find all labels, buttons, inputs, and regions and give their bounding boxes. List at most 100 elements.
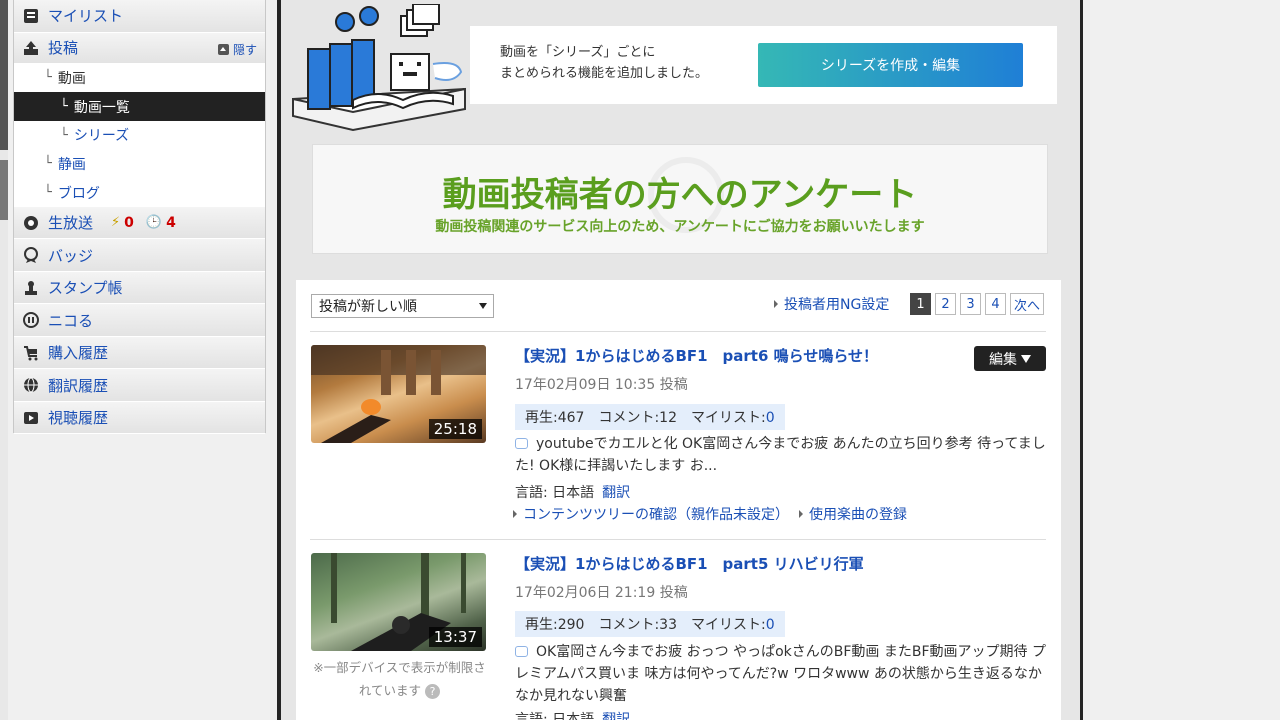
mylist-count-label: マイリスト: xyxy=(690,617,766,633)
chevron-right-icon xyxy=(513,510,517,518)
sort-select-value: 投稿が新しい順 xyxy=(319,299,417,315)
live-count-now: 0 xyxy=(124,214,134,231)
ng-settings-label: 投稿者用NG設定 xyxy=(784,297,890,313)
page-3[interactable]: 3 xyxy=(960,293,981,315)
sidebar-item-label: ニコる xyxy=(48,311,94,330)
nicoru-icon xyxy=(22,311,40,329)
hide-toggle[interactable]: 隠す xyxy=(217,41,257,58)
series-illustration xyxy=(292,4,466,132)
sidebar-item-label: 動画 xyxy=(57,70,86,87)
comment-count: コメント:12 xyxy=(598,410,677,426)
sidebar-item-video[interactable]: └ 動画 xyxy=(14,63,265,93)
sidebar-item-still[interactable]: └ 静画 xyxy=(14,149,265,179)
video-language: 言語: 日本語 翻訳 xyxy=(515,709,630,720)
sidebar-item-translate[interactable]: 翻訳履歴 xyxy=(14,369,265,402)
sidebar-item-video-list[interactable]: └ 動画一覧 xyxy=(14,92,265,121)
edit-button[interactable]: 編集 xyxy=(974,346,1046,371)
music-register-label: 使用楽曲の登録 xyxy=(809,507,907,523)
mylist-count-value: 0 xyxy=(765,617,775,633)
sidebar-item-series[interactable]: └ シリーズ xyxy=(14,120,265,150)
sidebar-item-stamp[interactable]: スタンプ帳 xyxy=(14,271,265,305)
video-duration: 25:18 xyxy=(428,419,482,439)
video-title[interactable]: 【実況】1からはじめるBF1 part5 リハビリ行軍 xyxy=(515,553,864,574)
video-links: コンテンツツリーの確認（親作品未設定） 使用楽曲の登録 xyxy=(513,504,907,524)
divider xyxy=(310,331,1046,332)
create-series-button[interactable]: シリーズを作成・編集 xyxy=(758,43,1023,87)
device-restriction-note: ※一部デバイスで表示が制限されています? xyxy=(312,656,487,702)
survey-title: 動画投稿者の方へのアンケート xyxy=(442,175,918,215)
latest-comments: OK富岡さん今までお疲 おっつ やっぱokさんのBF動画 またBF動画アップ期待… xyxy=(515,641,1047,707)
stamp-icon xyxy=(22,279,40,297)
hide-label: 隠す xyxy=(232,42,257,57)
comment-count: コメント:33 xyxy=(598,617,677,633)
video-date: 17年02月09日 10:35 投稿 xyxy=(515,377,688,393)
video-thumbnail[interactable]: 13:37 xyxy=(311,553,486,651)
mylist-count-value: 0 xyxy=(765,410,775,426)
sidebar-item-label: 静画 xyxy=(57,156,86,173)
sidebar-item-label: 視聴履歴 xyxy=(48,409,109,428)
mylist-count-label: マイリスト: xyxy=(690,410,766,426)
sidebar-item-purchase[interactable]: 購入履歴 xyxy=(14,336,265,370)
content-tree-label: コンテンツツリーの確認（親作品未設定） xyxy=(523,507,789,523)
next-page[interactable]: 次へ xyxy=(1010,293,1045,315)
view-count: 再生:467 xyxy=(525,410,585,426)
content-tree-link[interactable]: コンテンツツリーの確認（親作品未設定） xyxy=(513,504,789,524)
comment-icon xyxy=(515,646,528,657)
mylist-count: マイリスト:0 xyxy=(691,614,775,634)
view-count: 再生:290 xyxy=(525,617,585,633)
mylist-icon xyxy=(22,7,40,25)
sidebar-item-nicoru[interactable]: ニコる xyxy=(14,304,265,337)
video-title[interactable]: 【実況】1からはじめるBF1 part6 鳴らせ鳴らせ！ xyxy=(515,345,878,366)
sidebar-item-live[interactable]: 生放送 ⚡ 0 🕒 4 xyxy=(14,206,265,240)
survey-banner[interactable]: 動画投稿者の方へのアンケート 動画投稿関連のサービス向上のため、アンケートにご協… xyxy=(312,144,1048,254)
series-banner-line1: 動画を「シリーズ」ごとに xyxy=(500,45,656,60)
globe-icon xyxy=(22,376,40,394)
video-thumbnail[interactable]: 25:18 xyxy=(311,345,486,443)
sidebar-item-posts[interactable]: 投稿 隠す xyxy=(14,32,265,64)
series-banner-text: 動画を「シリーズ」ごとに まとめられる機能を追加しました。 xyxy=(500,42,708,84)
upload-icon xyxy=(22,39,40,57)
page-4[interactable]: 4 xyxy=(985,293,1006,315)
comment-icon xyxy=(515,438,528,449)
translate-link[interactable]: 翻訳 xyxy=(602,712,630,720)
page-1[interactable]: 1 xyxy=(910,293,931,315)
sort-select[interactable]: 投稿が新しい順 xyxy=(311,294,494,318)
sidebar-item-watch-history[interactable]: 視聴履歴 xyxy=(14,401,265,435)
video-duration: 13:37 xyxy=(428,627,482,647)
mylist-count: マイリスト:0 xyxy=(691,407,775,427)
help-icon[interactable]: ? xyxy=(425,684,441,699)
sidebar-item-blog[interactable]: └ ブログ xyxy=(14,178,265,207)
sidebar-item-label: 翻訳履歴 xyxy=(48,376,109,395)
sidebar-item-label: 購入履歴 xyxy=(48,344,109,363)
play-icon xyxy=(22,409,40,427)
sidebar-item-label: 生放送 xyxy=(48,214,94,233)
latest-comments-text: youtubeでカエルと化 OK富岡さん今までお疲 あんたの立ち回り参考 待って… xyxy=(515,436,1046,474)
chevron-right-icon xyxy=(774,300,778,308)
ng-settings-link[interactable]: 投稿者用NG設定 xyxy=(774,294,889,314)
lightning-icon: ⚡ xyxy=(111,215,121,231)
language-label: 言語: 日本語 xyxy=(515,712,595,720)
music-register-link[interactable]: 使用楽曲の登録 xyxy=(799,504,907,524)
latest-comments-text: OK富岡さん今までお疲 おっつ やっぱokさんのBF動画 またBF動画アップ期待… xyxy=(515,644,1046,704)
video-language: 言語: 日本語 翻訳 xyxy=(515,482,630,502)
window-edge xyxy=(0,0,8,720)
sidebar-item-label: 動画一覧 xyxy=(73,99,130,116)
translate-link[interactable]: 翻訳 xyxy=(602,485,630,501)
clock-icon: 🕒 xyxy=(145,215,163,231)
dropdown-icon xyxy=(1021,354,1031,363)
language-label: 言語: 日本語 xyxy=(515,485,595,501)
sidebar-item-label: スタンプ帳 xyxy=(48,279,123,298)
sidebar-item-label: ブログ xyxy=(57,185,100,202)
sidebar-item-label: バッジ xyxy=(48,246,94,265)
sidebar-item-badge[interactable]: バッジ xyxy=(14,239,265,272)
survey-subtitle: 動画投稿関連のサービス向上のため、アンケートにご協力をお願いいたします xyxy=(435,219,925,235)
restriction-text: ※一部デバイスで表示が制限されています xyxy=(313,660,486,698)
latest-comments: youtubeでカエルと化 OK富岡さん今までお疲 あんたの立ち回り参考 待って… xyxy=(515,433,1047,477)
pagination: 1 2 3 4 次へ xyxy=(910,293,1045,315)
sidebar-item-mylist[interactable]: マイリスト xyxy=(14,0,265,33)
sidebar-item-label: シリーズ xyxy=(73,128,130,145)
collapse-icon xyxy=(217,43,229,55)
page-2[interactable]: 2 xyxy=(935,293,956,315)
cart-icon xyxy=(22,344,40,362)
live-count-reserved: 4 xyxy=(166,214,176,231)
